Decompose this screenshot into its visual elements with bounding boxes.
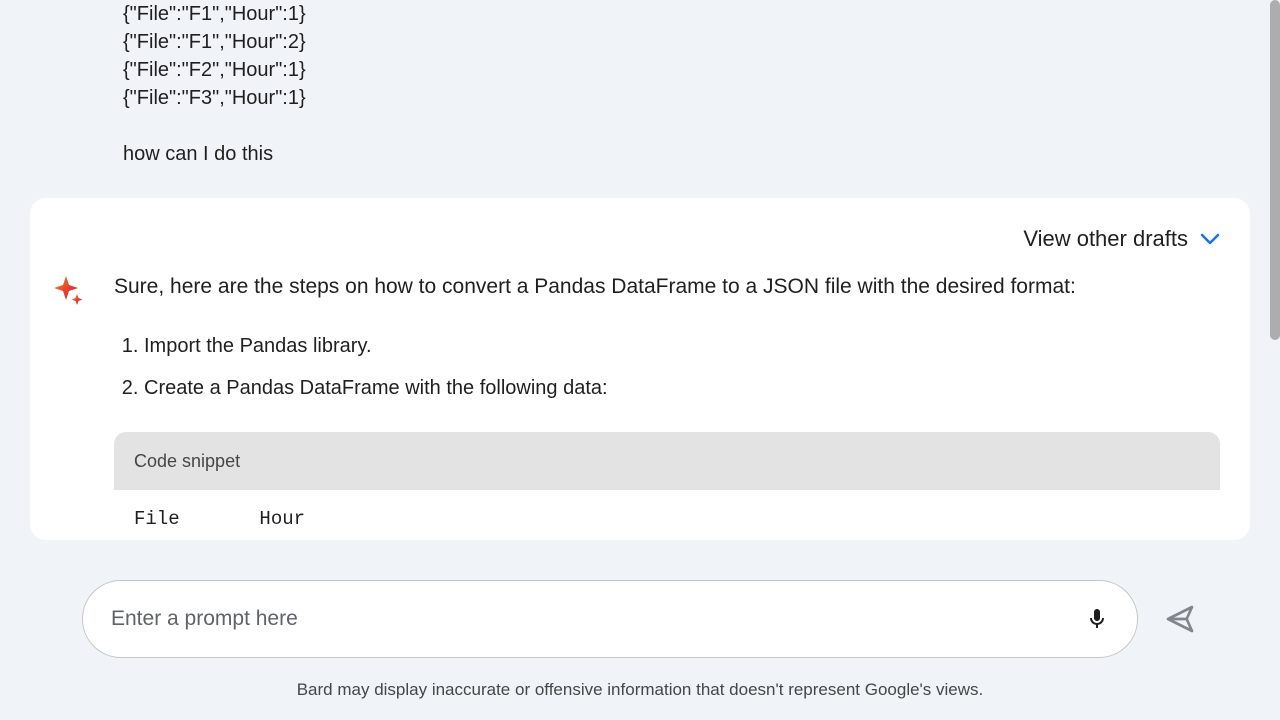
response-text: Sure, here are the steps on how to conve… [114,272,1220,540]
sparkle-icon [52,274,84,306]
steps-list: Import the Pandas library. Create a Pand… [114,326,1220,408]
code-snippet: Code snippet File Hour [114,432,1220,540]
conversation-scroll[interactable]: {"File":"F1","Hour":1} {"File":"F1","Hou… [0,0,1280,540]
prompt-input[interactable] [111,607,1085,631]
input-section: Bard may display inaccurate or offensive… [0,550,1280,720]
user-code-line: {"File":"F2","Hour":1} [123,56,1280,84]
drafts-label: View other drafts [1023,226,1188,252]
snippet-header: Code snippet [114,432,1220,490]
snippet-body: File Hour [114,490,1220,540]
user-code-line: {"File":"F1","Hour":2} [123,28,1280,56]
response-intro: Sure, here are the steps on how to conve… [114,272,1220,302]
response-card: View other drafts Sure, here are the st [30,198,1250,540]
chevron-down-icon [1200,233,1220,245]
step-item: Import the Pandas library. [144,326,1220,366]
user-code-line: {"File":"F1","Hour":1} [123,0,1280,28]
step-item: Create a Pandas DataFrame with the follo… [144,368,1220,408]
send-button[interactable] [1162,601,1198,637]
response-body: Sure, here are the steps on how to conve… [30,272,1250,540]
microphone-icon[interactable] [1085,607,1109,631]
user-question: how can I do this [123,140,1280,168]
user-code-line: {"File":"F3","Hour":1} [123,84,1280,112]
scrollbar[interactable] [1270,0,1280,340]
disclaimer-text: Bard may display inaccurate or offensive… [0,680,1280,710]
input-row [0,580,1280,658]
user-message: {"File":"F1","Hour":1} {"File":"F1","Hou… [0,0,1280,198]
view-drafts-button[interactable]: View other drafts [30,226,1250,272]
prompt-container[interactable] [82,580,1138,658]
